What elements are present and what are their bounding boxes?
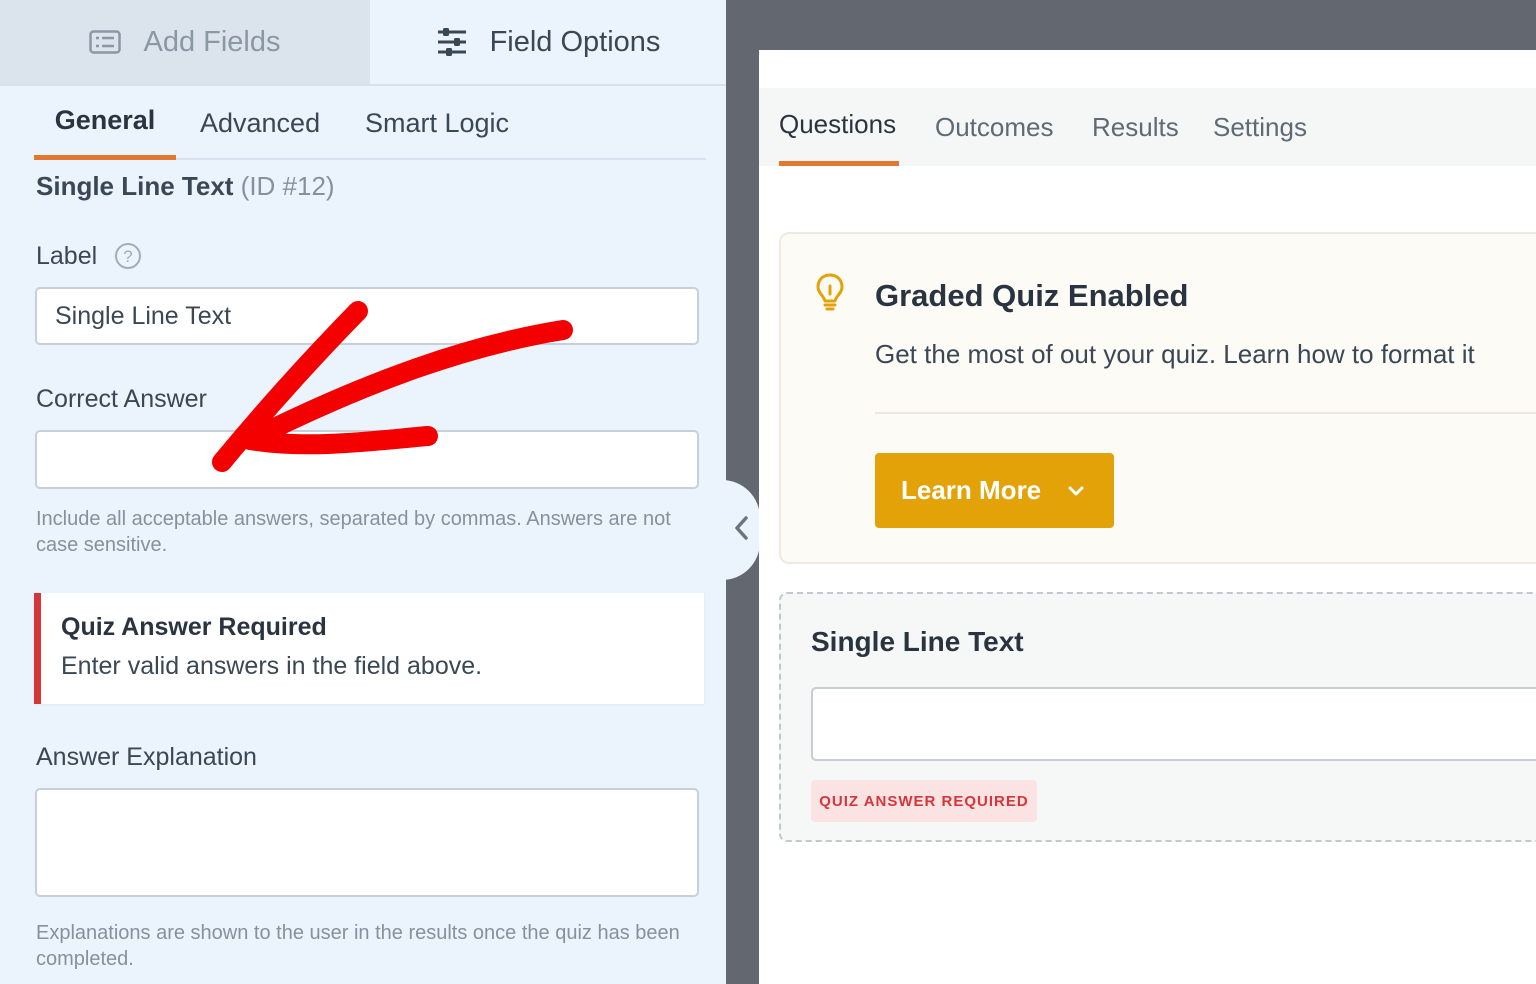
tab-field-options-label: Field Options bbox=[489, 25, 661, 58]
bulb-icon bbox=[815, 272, 845, 317]
alert-title: Quiz Answer Required bbox=[61, 613, 327, 641]
correct-answer-label: Correct Answer bbox=[36, 385, 207, 413]
svg-text:?: ? bbox=[123, 247, 132, 266]
sliders-icon bbox=[436, 27, 468, 57]
quiz-answer-required-alert: Quiz Answer Required Enter valid answers… bbox=[34, 593, 704, 704]
field-options-panel: Add Fields Field Options General Advance… bbox=[0, 0, 726, 984]
subtab-general[interactable]: General bbox=[34, 86, 176, 160]
answer-explanation-textarea[interactable] bbox=[35, 788, 699, 897]
tab-field-options[interactable]: Field Options bbox=[370, 0, 726, 84]
tab-questions[interactable]: Questions bbox=[779, 88, 899, 166]
notice-text: Get the most of out your quiz. Learn how… bbox=[875, 339, 1475, 369]
notice-title: Graded Quiz Enabled bbox=[875, 278, 1189, 313]
tab-add-fields[interactable]: Add Fields bbox=[0, 0, 370, 84]
field-options-subtabs: General Advanced Smart Logic bbox=[34, 86, 706, 160]
preview-tabs: Questions Outcomes Results Settings bbox=[759, 88, 1536, 166]
field-title-name: Single Line Text bbox=[36, 171, 234, 201]
preview-field-card[interactable]: Single Line Text QUIZ ANSWER REQUIRED bbox=[779, 592, 1536, 842]
quiz-answer-required-badge: QUIZ ANSWER REQUIRED bbox=[811, 780, 1037, 822]
tab-results[interactable]: Results bbox=[1092, 88, 1179, 166]
answer-explanation-help: Explanations are shown to the user in th… bbox=[36, 922, 680, 970]
collapse-panel-button[interactable] bbox=[722, 480, 760, 580]
preview-field-input bbox=[811, 687, 1536, 761]
label-field-label: Label bbox=[36, 242, 98, 270]
subtab-smart-logic[interactable]: Smart Logic bbox=[365, 86, 509, 160]
help-icon[interactable]: ? bbox=[114, 242, 142, 275]
tab-add-fields-label: Add Fields bbox=[143, 25, 281, 58]
subtab-advanced[interactable]: Advanced bbox=[200, 86, 320, 160]
preview-field-label: Single Line Text bbox=[811, 626, 1024, 657]
form-preview: Questions Outcomes Results Settings Grad… bbox=[759, 50, 1536, 984]
panel-top-tabs: Add Fields Field Options bbox=[0, 0, 726, 86]
list-icon bbox=[89, 30, 122, 54]
correct-answer-help: Include all acceptable answers, separate… bbox=[36, 508, 671, 556]
chevron-left-icon bbox=[733, 515, 749, 546]
tab-settings[interactable]: Settings bbox=[1213, 88, 1307, 166]
correct-answer-input[interactable] bbox=[35, 430, 699, 489]
chevron-down-icon bbox=[1067, 485, 1085, 497]
tab-outcomes[interactable]: Outcomes bbox=[935, 88, 1054, 166]
learn-more-button[interactable]: Learn More bbox=[875, 453, 1114, 528]
answer-explanation-label: Answer Explanation bbox=[36, 743, 257, 771]
field-title: Single Line Text (ID #12) bbox=[36, 171, 335, 202]
field-id: (ID #12) bbox=[240, 171, 335, 201]
alert-message: Enter valid answers in the field above. bbox=[61, 652, 483, 680]
label-input[interactable] bbox=[35, 287, 699, 345]
notice-divider bbox=[875, 412, 1536, 414]
graded-quiz-notice: Graded Quiz Enabled Get the most of out … bbox=[779, 232, 1536, 564]
learn-more-label: Learn More bbox=[901, 475, 1042, 505]
